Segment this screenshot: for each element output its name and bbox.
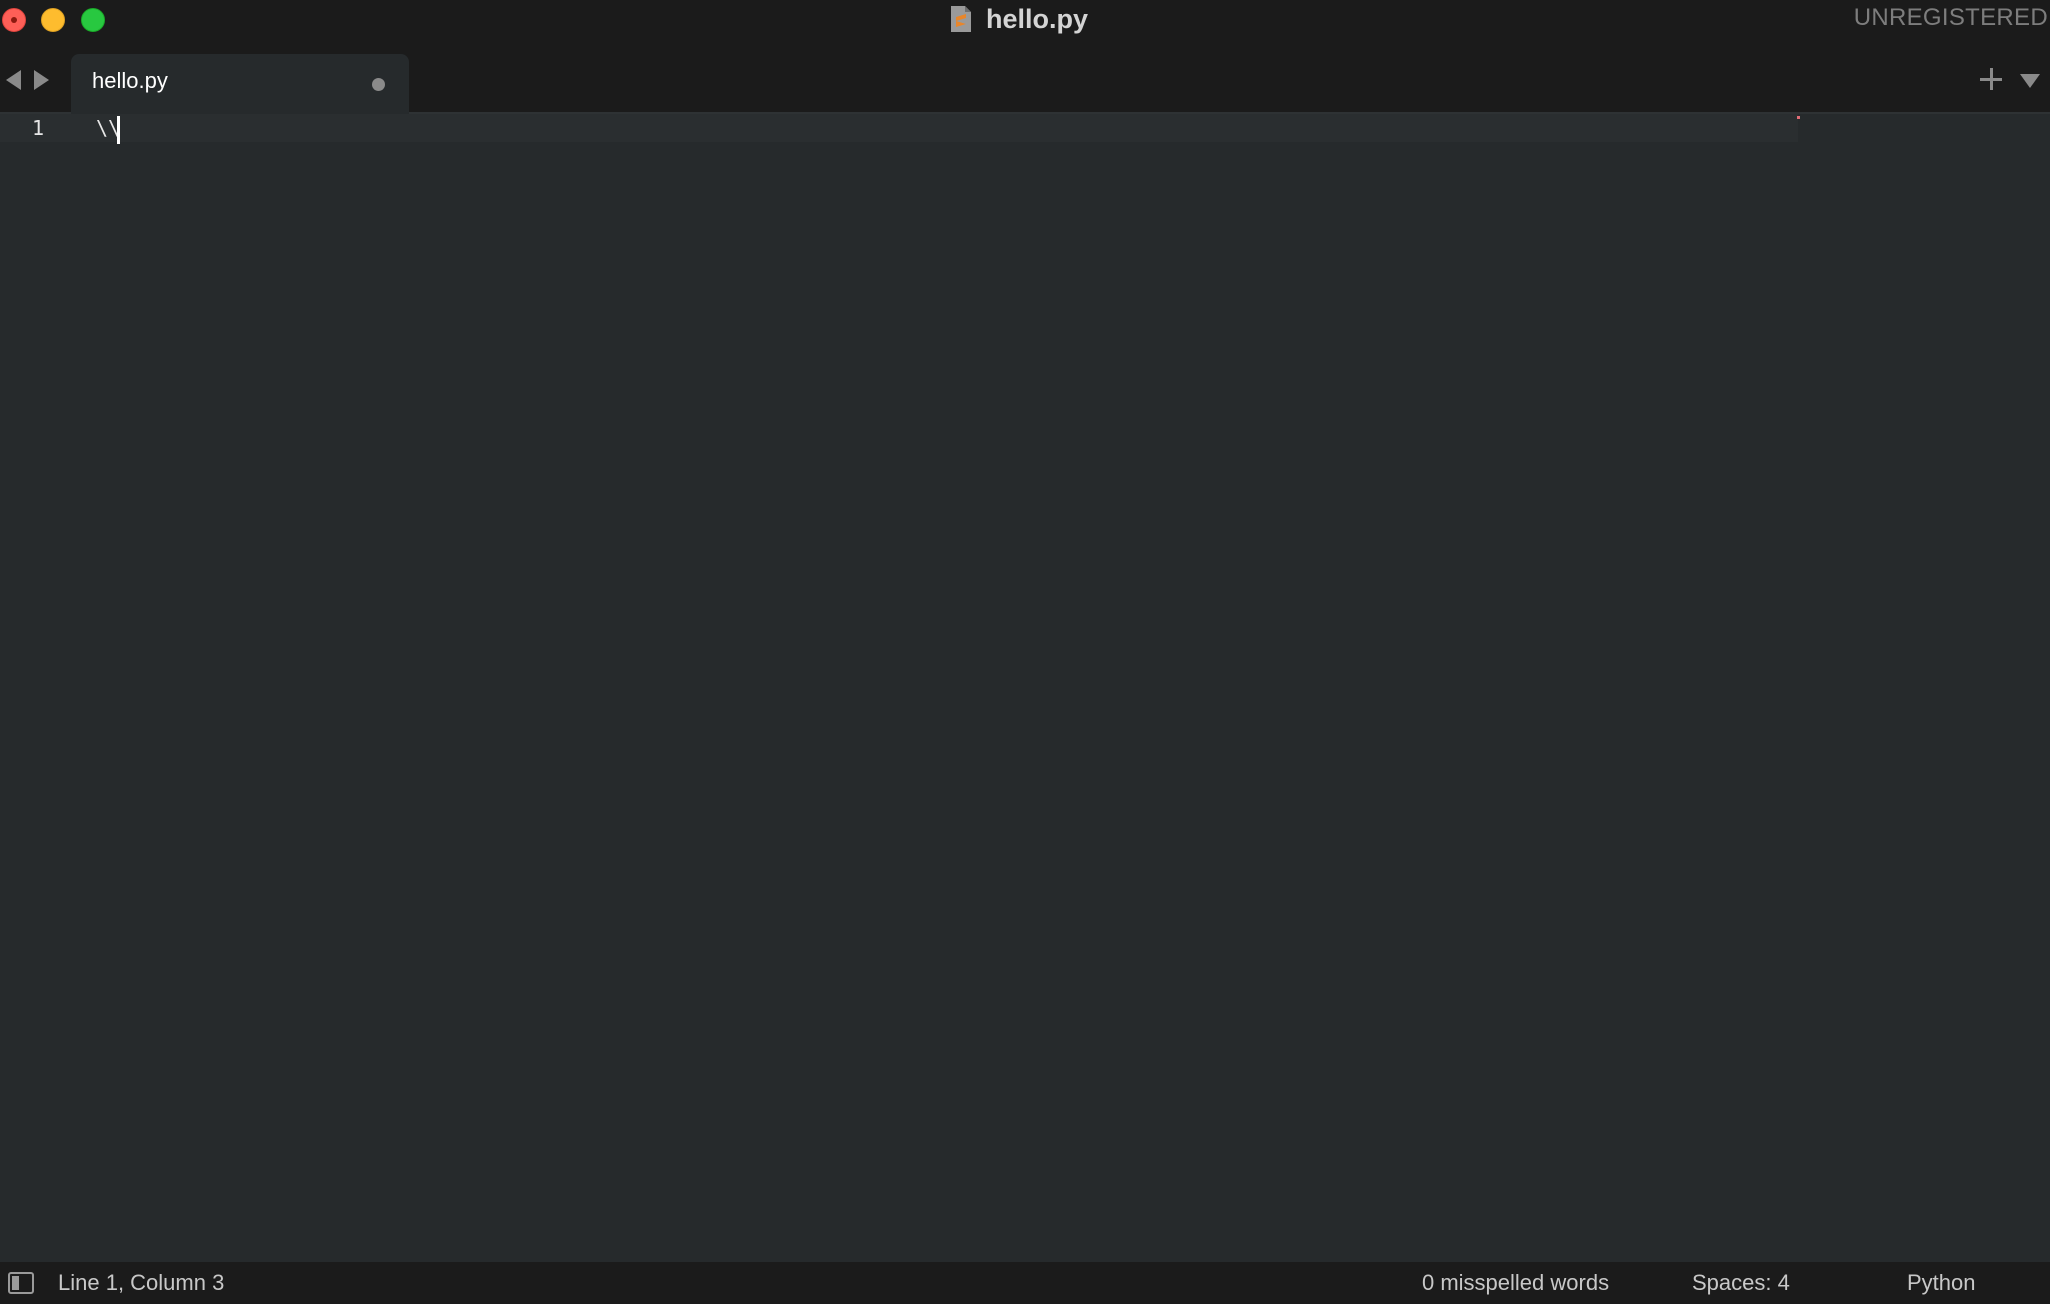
spellcheck-status[interactable]: 0 misspelled words [1422, 1270, 1609, 1296]
syntax-selector[interactable]: Python [1907, 1270, 1976, 1296]
cursor-position[interactable]: Line 1, Column 3 [58, 1270, 224, 1296]
unsaved-dot-icon[interactable] [372, 78, 385, 91]
title-bar: hello.py UNREGISTERED [0, 0, 2050, 38]
window-title-text: hello.py [986, 3, 1089, 34]
tab-hello-py[interactable]: hello.py [71, 54, 409, 114]
dropdown-triangle-icon[interactable] [2020, 74, 2040, 88]
minimize-window-icon[interactable] [41, 8, 65, 32]
tab-bar: hello.py [0, 38, 2050, 114]
code-editor[interactable]: 1 \\ [0, 114, 2050, 1262]
maximize-window-icon[interactable] [81, 8, 105, 32]
tab-label: hello.py [92, 68, 168, 93]
current-line-highlight [0, 114, 1798, 142]
editor-window: hello.py UNREGISTERED hello.py 1 \\ Line… [0, 0, 2050, 1304]
plus-icon[interactable] [1980, 68, 2002, 90]
sidebar-toggle-icon[interactable] [8, 1272, 34, 1294]
line-number: 1 [32, 116, 45, 140]
indentation-setting[interactable]: Spaces: 4 [1692, 1270, 1790, 1296]
status-bar: Line 1, Column 3 0 misspelled words Spac… [0, 1262, 2050, 1304]
minimap-marker [1797, 116, 1800, 119]
window-title: hello.py [950, 2, 1088, 36]
license-status: UNREGISTERED [1853, 4, 2048, 31]
sublime-file-icon [950, 5, 972, 33]
text-cursor [117, 116, 120, 144]
forward-arrow-icon[interactable] [34, 70, 49, 90]
close-window-icon[interactable] [2, 8, 26, 32]
back-arrow-icon[interactable] [6, 70, 21, 90]
